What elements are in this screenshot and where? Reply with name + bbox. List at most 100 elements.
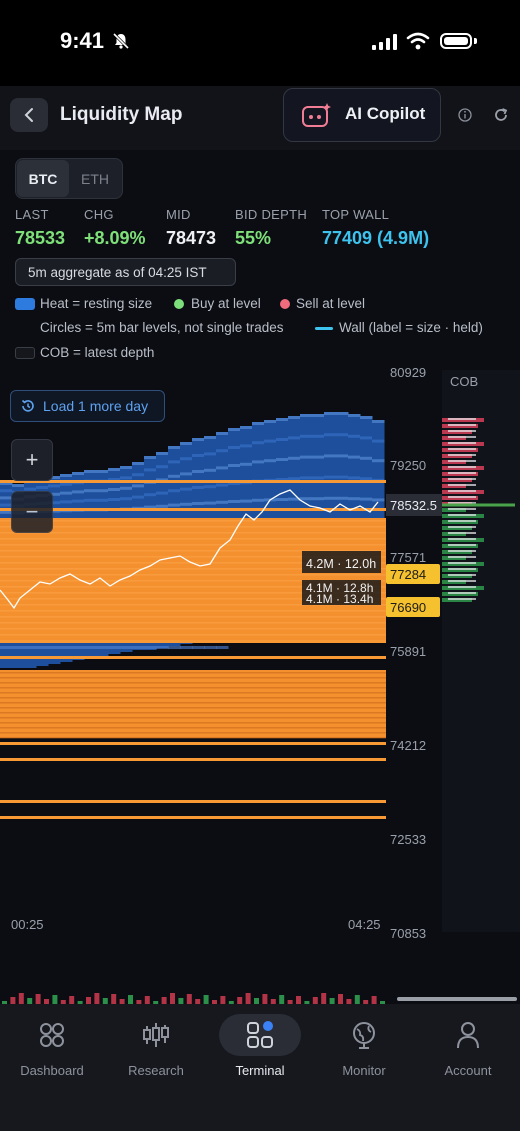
heat-band	[144, 456, 157, 459]
bell-muted-icon	[112, 32, 130, 50]
stat-bid-depth-label: BID DEPTH	[235, 207, 308, 222]
heat-band	[264, 420, 277, 423]
volume-bar	[203, 995, 209, 1004]
heat-band	[168, 460, 181, 464]
heat-band	[300, 476, 313, 480]
heat-band	[324, 454, 337, 458]
zoom-in-button[interactable]: +	[11, 439, 53, 481]
cob-label: COB	[450, 374, 478, 389]
heat-band	[132, 473, 145, 477]
wall-stripe	[0, 672, 386, 674]
wall-stripe	[0, 722, 386, 724]
heat-band	[72, 490, 85, 494]
cob-size-label	[448, 532, 476, 534]
heat-band	[180, 472, 193, 476]
volume-bar	[161, 997, 167, 1004]
cob-size-label	[448, 574, 476, 576]
back-button[interactable]	[10, 98, 48, 132]
nav-research[interactable]: Research	[104, 1020, 208, 1078]
nav-account[interactable]: Account	[416, 1020, 520, 1078]
heat-band	[276, 438, 289, 441]
stat-chg-label: CHG	[84, 207, 114, 222]
horizontal-scrollbar[interactable]	[397, 997, 517, 1001]
heat-band	[60, 500, 73, 504]
cob-size-label	[448, 484, 476, 486]
globe-icon	[353, 1022, 375, 1049]
info-icon[interactable]	[458, 108, 472, 122]
heat-band	[120, 486, 133, 490]
heat-band	[276, 458, 289, 461]
heat-band	[312, 455, 325, 459]
wall-label-1: 4.2M · 12.0h	[306, 557, 376, 571]
cob-size-label	[448, 418, 476, 420]
zoom-out-button[interactable]: −	[11, 491, 53, 533]
y-tick-label: 79250	[390, 458, 426, 473]
tab-eth[interactable]: ETH	[70, 160, 120, 197]
legend-buy: Buy at level	[191, 296, 261, 311]
heat-band	[192, 470, 205, 473]
wall-stripe	[0, 544, 386, 546]
heat-band	[360, 416, 373, 419]
heat-band	[60, 482, 73, 486]
wall-stripe	[0, 574, 386, 576]
refresh-icon[interactable]	[493, 107, 509, 123]
heat-band	[372, 459, 385, 463]
heat-band	[192, 646, 205, 649]
stat-mid-label: MID	[166, 207, 191, 222]
heat-band	[312, 434, 325, 438]
heat-cell	[300, 414, 313, 518]
heat-band	[12, 484, 25, 487]
heat-band	[252, 460, 265, 464]
wall-stripe	[0, 707, 386, 709]
heat-band	[180, 502, 193, 506]
cob-size-label	[448, 460, 476, 462]
heat-cell	[348, 414, 361, 518]
heat-band	[348, 476, 361, 480]
nav-monitor-label: Monitor	[342, 1063, 386, 1078]
heat-band	[48, 646, 61, 649]
wall-stripe	[0, 712, 386, 714]
heat-band	[348, 414, 361, 417]
heat-band	[300, 414, 313, 417]
cob-size-label	[448, 508, 476, 510]
heat-band	[336, 412, 349, 415]
heat-band	[156, 491, 169, 495]
heat-band	[300, 455, 313, 459]
stat-last-value: 78533	[15, 228, 66, 248]
heat-band	[264, 439, 277, 443]
volume-bar	[321, 993, 327, 1004]
cob-size-label	[448, 442, 476, 444]
nav-terminal-label: Terminal	[235, 1063, 285, 1078]
nav-dashboard[interactable]: Dashboard	[0, 1020, 104, 1078]
heat-band	[360, 456, 373, 460]
heat-band	[204, 436, 217, 439]
nav-research-label: Research	[128, 1063, 184, 1078]
heat-band	[372, 439, 385, 443]
volume-bar	[296, 996, 301, 1004]
wall-line	[0, 816, 386, 819]
heat-band	[336, 454, 349, 458]
heat-band	[84, 498, 97, 502]
heat-cell	[192, 438, 205, 518]
heat-band	[264, 459, 277, 463]
liquidity-heatmap-chart[interactable]: 80929792507757175891742127253370853 COB …	[0, 368, 520, 948]
cob-size-label	[448, 562, 476, 564]
heat-band	[324, 412, 337, 415]
legend-heat: Heat = resting size	[40, 296, 153, 311]
heat-band	[228, 464, 241, 467]
nav-monitor[interactable]: Monitor	[312, 1020, 416, 1078]
cob-size-label	[448, 592, 476, 594]
heat-band	[204, 452, 217, 456]
wall-stripe	[0, 532, 386, 534]
stat-mid-value: 78473	[166, 228, 217, 248]
tab-btc[interactable]: BTC	[17, 160, 69, 197]
wall-line	[0, 656, 386, 659]
current-price-value: 78532.5	[390, 498, 437, 513]
heat-band	[240, 426, 253, 429]
nav-terminal[interactable]: Terminal	[208, 1020, 312, 1078]
heat-cell	[252, 422, 265, 518]
wall-line	[0, 758, 386, 761]
heat-band	[216, 483, 229, 487]
heat-band	[216, 500, 229, 504]
aggregate-badge: 5m aggregate as of 04:25 IST	[15, 258, 236, 286]
